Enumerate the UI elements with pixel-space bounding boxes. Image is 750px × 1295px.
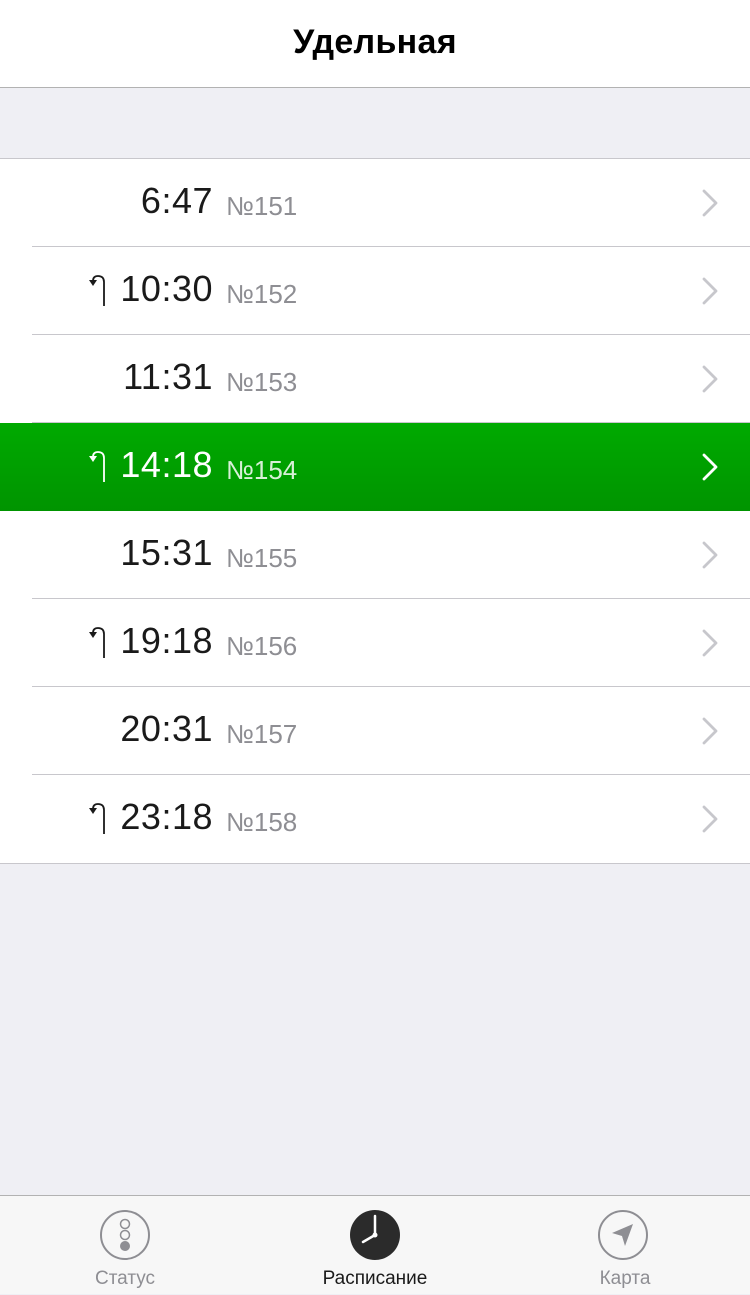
schedule-row[interactable]: 20:31 №157	[0, 687, 750, 775]
train-number: №155	[226, 543, 298, 573]
departure-time: 19:18	[120, 620, 213, 661]
schedule-row[interactable]: 11:31 №153	[0, 335, 750, 423]
chevron-right-icon	[702, 365, 718, 393]
navigation-bar: Удельная	[0, 0, 750, 88]
schedule-row[interactable]: 14:18 №154	[0, 423, 750, 511]
train-number: №157	[226, 719, 298, 749]
turnaround-icon	[89, 275, 105, 306]
train-number: №152	[226, 279, 298, 309]
schedule-row[interactable]: 23:18 №158	[0, 775, 750, 863]
page-title: Удельная	[293, 23, 457, 61]
chevron-right-icon	[702, 189, 718, 217]
departure-time: 6:47	[140, 180, 213, 221]
departure-time: 15:31	[120, 532, 213, 573]
train-number: №158	[226, 807, 298, 837]
schedule-row[interactable]: 15:31 №155	[0, 511, 750, 599]
chevron-right-icon	[702, 717, 718, 745]
turnaround-icon	[89, 451, 105, 482]
train-number: №151	[226, 191, 298, 221]
tab-label-schedule: Расписание	[322, 1268, 428, 1289]
chevron-right-icon	[702, 277, 718, 305]
chevron-right-icon	[702, 453, 718, 481]
train-number: №154	[226, 455, 298, 485]
departure-time: 23:18	[120, 796, 213, 837]
tab-schedule[interactable]: Расписание	[250, 1196, 500, 1295]
tab-status[interactable]: Статус	[0, 1196, 250, 1295]
schedule-row[interactable]: 6:47 №151	[0, 159, 750, 247]
chevron-right-icon	[702, 541, 718, 569]
tab-label-map: Карта	[599, 1268, 651, 1289]
train-number: №156	[226, 631, 298, 661]
tab-bar: Статус Расписание Карта	[0, 1195, 750, 1294]
departure-time: 20:31	[120, 708, 213, 749]
traffic-light-icon	[100, 1210, 150, 1260]
location-arrow-icon	[598, 1210, 648, 1260]
clock-icon	[350, 1210, 400, 1260]
departure-time: 10:30	[120, 268, 213, 309]
turnaround-icon	[89, 627, 105, 658]
train-number: №153	[226, 367, 298, 397]
chevron-right-icon	[702, 629, 718, 657]
chevron-right-icon	[702, 805, 718, 833]
departure-time: 14:18	[120, 444, 213, 485]
turnaround-icon	[89, 803, 105, 834]
departure-time: 11:31	[123, 356, 213, 397]
schedule-list: 6:47 №151 10:30 №152 11:31 №153 14:18 №154 15:31…	[0, 158, 750, 864]
schedule-row[interactable]: 10:30 №152	[0, 247, 750, 335]
tab-map[interactable]: Карта	[500, 1196, 750, 1295]
tab-label-status: Статус	[94, 1268, 156, 1289]
schedule-row[interactable]: 19:18 №156	[0, 599, 750, 687]
